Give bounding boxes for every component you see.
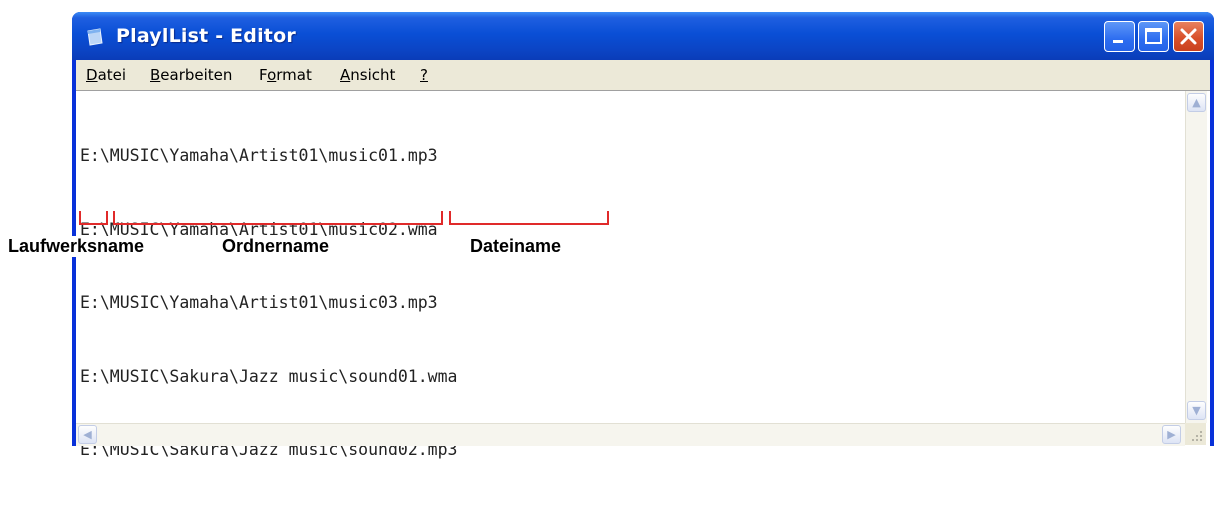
menu-bearbeiten-key: B (150, 66, 161, 84)
menu-format[interactable]: Format (259, 66, 312, 84)
horizontal-scrollbar[interactable]: ◀ ▶ (76, 423, 1185, 446)
chevron-left-icon: ◀ (83, 428, 92, 441)
menu-format-rest: rmat (276, 66, 312, 84)
minimize-button[interactable] (1104, 21, 1135, 52)
scroll-up-button[interactable]: ▲ (1187, 93, 1206, 112)
scroll-left-button[interactable]: ◀ (78, 425, 97, 444)
close-icon (1180, 28, 1197, 45)
resize-grip-icon (1192, 431, 1202, 441)
scroll-right-button[interactable]: ▶ (1162, 425, 1181, 444)
maximize-button[interactable] (1138, 21, 1169, 52)
drive-bracket (79, 211, 108, 225)
close-button[interactable] (1173, 21, 1204, 52)
resize-grip[interactable] (1185, 423, 1206, 445)
chevron-right-icon: ▶ (1167, 428, 1176, 441)
menu-bar: Datei Bearbeiten Format Ansicht ? (76, 60, 1210, 90)
folder-name-label: Ordnername (222, 236, 330, 257)
menu-datei-rest: atei (97, 66, 127, 84)
editor-content[interactable]: E:\MUSIC\Yamaha\Artist01\music01.mp3 E:\… (80, 95, 458, 512)
file-bracket (449, 211, 609, 225)
menu-format-pre: F (259, 66, 268, 84)
menu-ansicht-key: A (340, 66, 351, 84)
menu-help[interactable]: ? (420, 66, 428, 84)
chevron-down-icon: ▼ (1192, 404, 1201, 417)
vertical-scrollbar[interactable]: ▲ ▼ (1185, 91, 1207, 423)
notepad-window: PlaylList - Editor Datei Bearbeiten Form… (72, 12, 1214, 459)
menu-datei-key: D (86, 66, 98, 84)
folder-bracket (113, 211, 443, 225)
text-area[interactable]: E:\MUSIC\Yamaha\Artist01\music01.mp3 E:\… (76, 90, 1210, 459)
minimize-icon (1113, 40, 1123, 43)
menu-help-key: ? (420, 66, 428, 84)
menu-ansicht[interactable]: Ansicht (340, 66, 395, 84)
menu-format-key: o (267, 66, 277, 84)
maximize-icon (1145, 28, 1162, 44)
text-line: E:\MUSIC\Yamaha\Artist01\music03.mp3 (80, 293, 438, 312)
chevron-up-icon: ▲ (1192, 96, 1201, 109)
scroll-down-button[interactable]: ▼ (1187, 401, 1206, 420)
notepad-icon (87, 28, 103, 46)
drive-name-label: Laufwerksname (8, 236, 145, 257)
text-line: E:\MUSIC\Sakura\Jazz music\sound01.wma (80, 366, 458, 386)
menu-bearbeiten-rest: earbeiten (160, 66, 233, 84)
menu-ansicht-rest: nsicht (350, 66, 396, 84)
title-bar[interactable]: PlaylList - Editor (72, 12, 1214, 60)
text-line: E:\MUSIC\Yamaha\Artist01\music01.mp3 (80, 146, 438, 165)
file-name-label: Dateiname (470, 236, 562, 257)
window-title: PlaylList - Editor (116, 25, 296, 47)
menu-bearbeiten[interactable]: Bearbeiten (150, 66, 232, 84)
menu-datei[interactable]: Datei (86, 66, 126, 84)
